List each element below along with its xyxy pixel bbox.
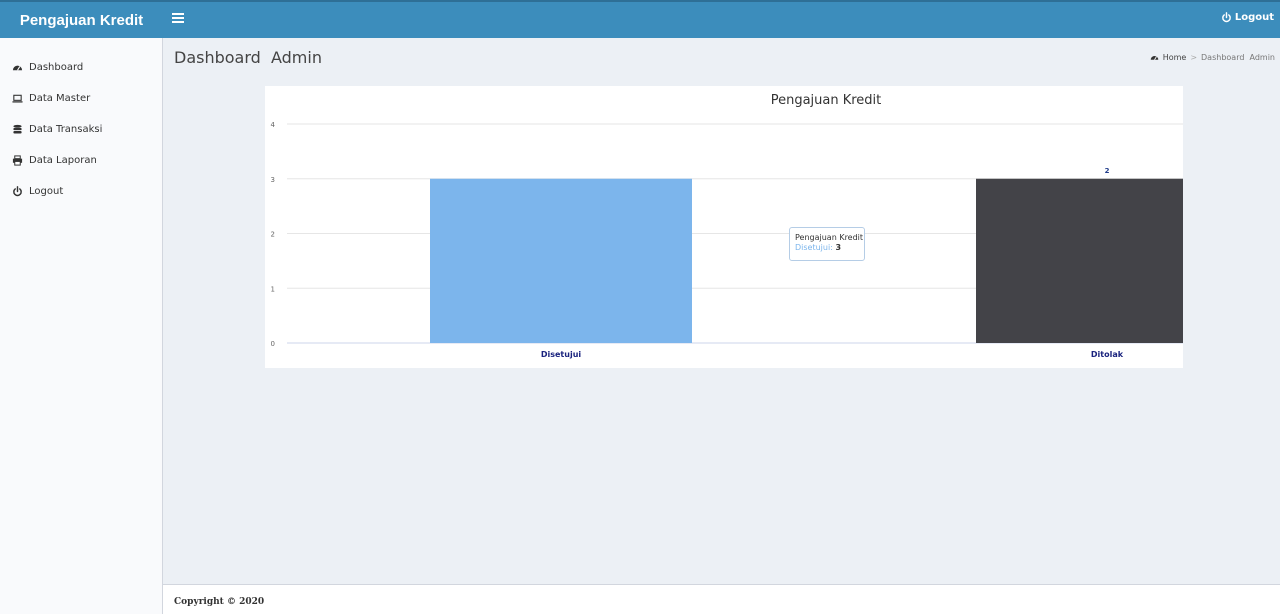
bar-disetujui xyxy=(430,178,692,343)
sidebar-item-label: Dashboard xyxy=(29,61,84,73)
breadcrumb-separator: > xyxy=(1190,53,1198,62)
sidebar-item-label: Data Transaksi xyxy=(29,123,103,135)
print-icon xyxy=(12,154,23,166)
logout-button[interactable]: Logout xyxy=(1221,12,1274,23)
tooltip-series-name: Pengajuan Kredit xyxy=(795,233,864,242)
bar-ditolak xyxy=(976,178,1183,343)
sidebar-item-data-transaksi[interactable]: Data Transaksi xyxy=(12,121,102,137)
breadcrumb: Home > Dashboard Admin xyxy=(1150,53,1275,62)
sidebar-item-data-master[interactable]: Data Master xyxy=(12,90,90,106)
y-tick-label: 1 xyxy=(271,285,275,293)
sidebar-item-logout[interactable]: Logout xyxy=(12,183,63,199)
dashboard-icon xyxy=(12,65,23,71)
bar-chart: Pengajuan Kredit 0 1 2 3 4 3 Disetujui 2 Ditolak xyxy=(271,93,1183,359)
data-label: 2 xyxy=(1105,167,1110,175)
chart-panel: Pengajuan Kredit 0 1 2 3 4 3 Disetujui 2 Ditolak … xyxy=(265,86,1183,368)
sidebar-item-label: Data Laporan xyxy=(29,154,97,166)
y-tick-label: 4 xyxy=(271,121,276,129)
x-tick-label: Ditolak xyxy=(1091,350,1124,359)
data-label: 3 xyxy=(559,167,564,175)
hamburger-icon[interactable] xyxy=(172,13,184,25)
footer: Copyright © 2020 xyxy=(163,584,1280,614)
laptop-icon xyxy=(12,94,23,103)
sidebar-item-dashboard[interactable]: Dashboard xyxy=(12,59,83,75)
y-tick-label: 0 xyxy=(271,340,275,348)
sidebar-item-label: Logout xyxy=(29,185,64,197)
y-tick-label: 2 xyxy=(271,231,275,239)
power-icon xyxy=(13,185,22,196)
brand-logo[interactable]: Pengajuan Kredit xyxy=(0,2,163,38)
page-title: Dashboard Admin xyxy=(174,48,322,67)
chart-title: Pengajuan Kredit xyxy=(771,93,882,108)
power-icon xyxy=(1221,12,1231,23)
sidebar: Dashboard Data Master Data Transaksi Dat… xyxy=(0,38,163,614)
sidebar-item-data-laporan[interactable]: Data Laporan xyxy=(12,152,97,168)
tooltip-point-name: Disetujui: xyxy=(795,243,833,252)
breadcrumb-current: Dashboard Admin xyxy=(1201,53,1275,62)
database-icon xyxy=(13,124,22,134)
sidebar-item-label: Data Master xyxy=(29,92,91,104)
copyright-text: Copyright © 2020 xyxy=(174,597,265,607)
chart-tooltip: Pengajuan Kredit Disetujui: 3 xyxy=(789,227,865,261)
y-tick-label: 3 xyxy=(271,176,275,184)
logout-label: Logout xyxy=(1234,12,1274,23)
dashboard-icon xyxy=(1150,56,1158,60)
breadcrumb-home-link[interactable]: Home xyxy=(1163,53,1187,62)
x-tick-label: Disetujui xyxy=(541,350,582,359)
tooltip-value: 3 xyxy=(835,243,842,252)
top-navbar: Pengajuan Kredit Logout xyxy=(0,0,1280,38)
